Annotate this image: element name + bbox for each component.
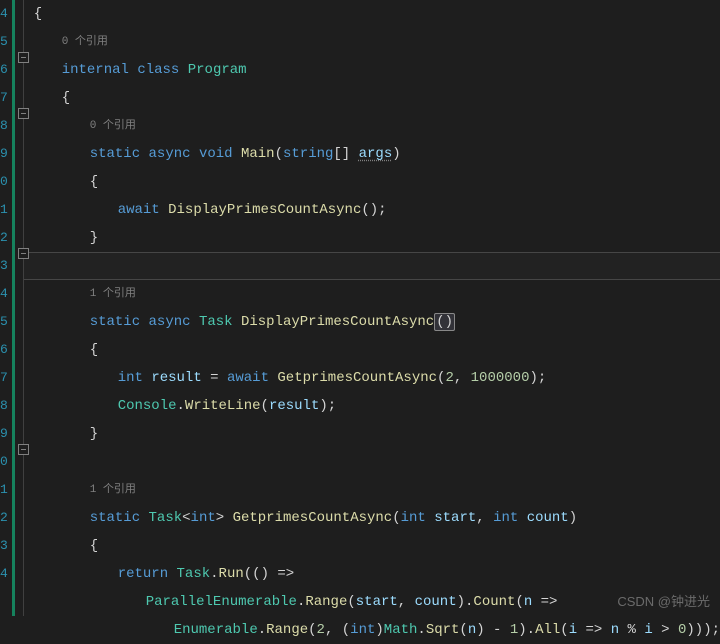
codelens-references[interactable]: 0 个引用 xyxy=(34,112,720,140)
codelens-references[interactable]: 0 个引用 xyxy=(34,28,720,56)
line-number-gutter: 456 789 012 345 678 901 234 xyxy=(0,0,12,616)
codelens-references[interactable]: 1 个引用 xyxy=(34,476,720,504)
code-area[interactable]: { 0 个引用 internal class Program { 0 个引用 s… xyxy=(24,0,720,616)
codelens-references[interactable]: 1 个引用 xyxy=(34,280,720,308)
watermark: CSDN @钟进光 xyxy=(617,591,710,610)
code-editor[interactable]: 456 789 012 345 678 901 234 { 0 个引用 inte… xyxy=(0,0,720,616)
fold-gutter[interactable] xyxy=(15,0,24,616)
